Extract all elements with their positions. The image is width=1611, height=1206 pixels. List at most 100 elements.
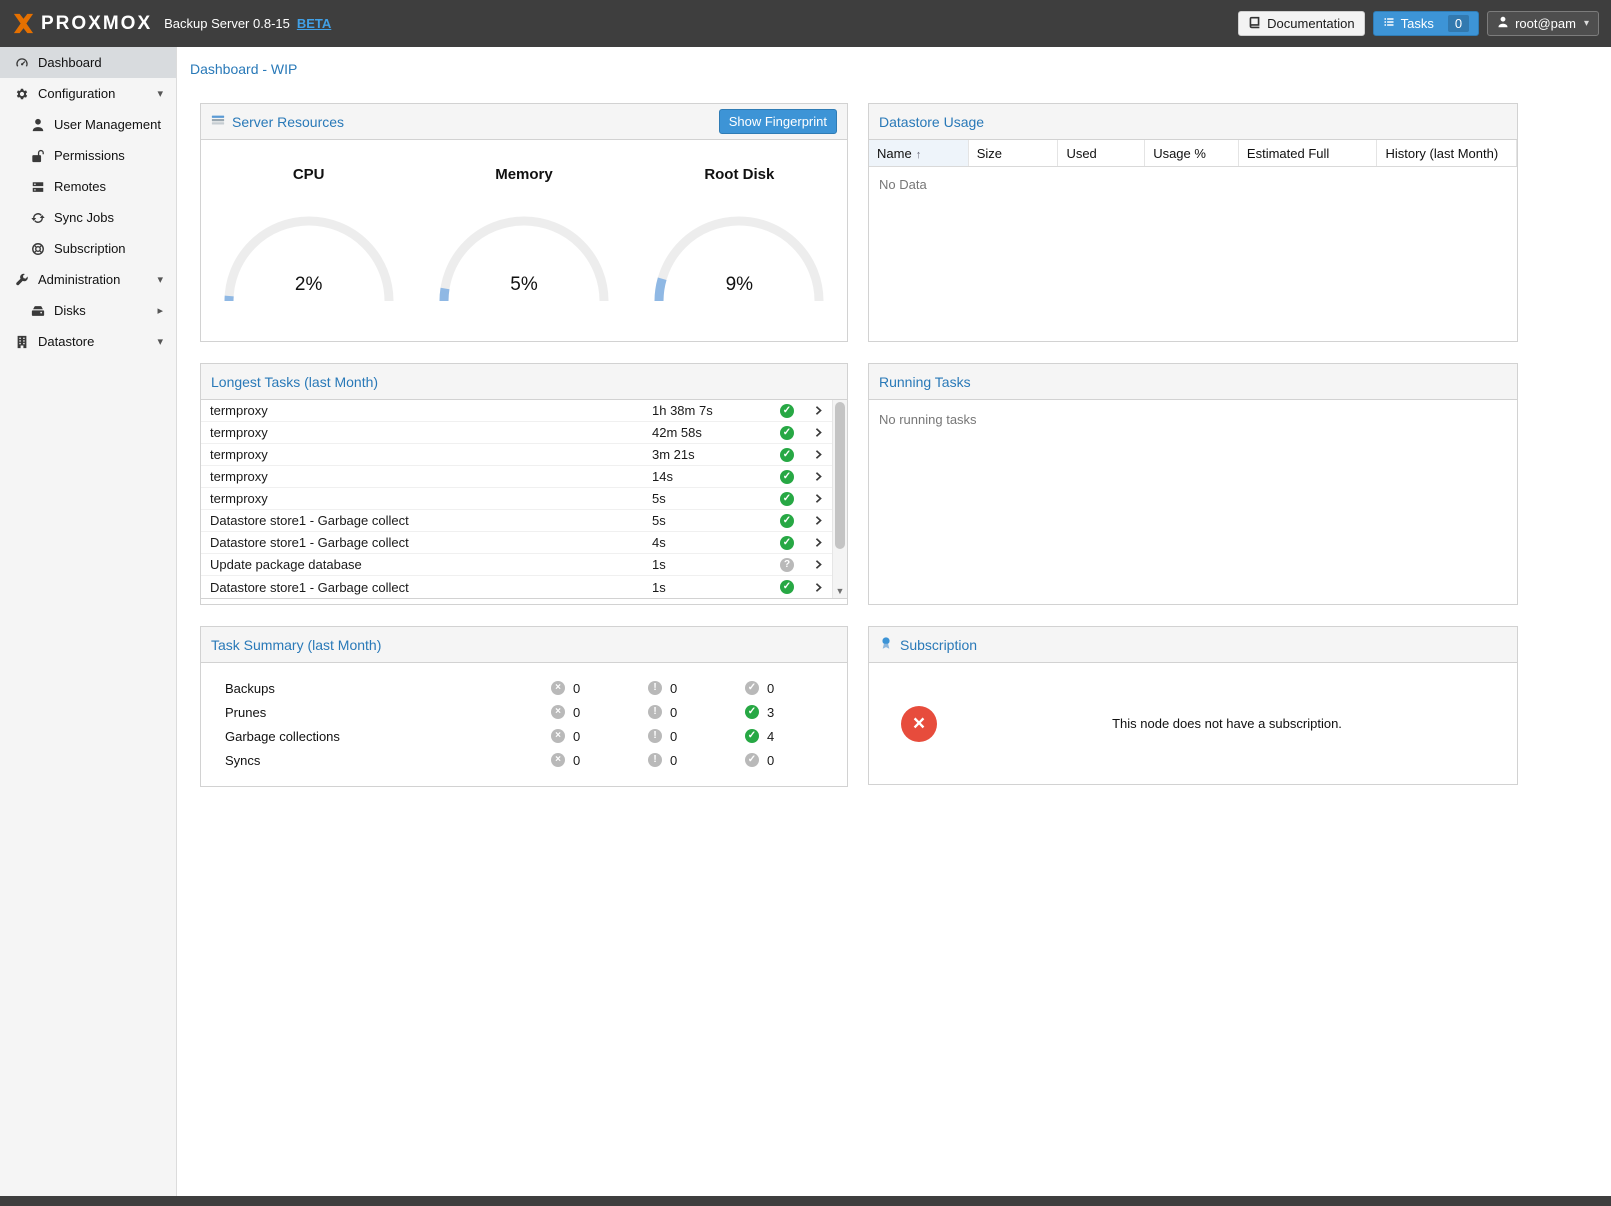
check-circle-icon: ✓ (780, 580, 794, 594)
datastore-usage-panel: Datastore Usage Name↑SizeUsedUsage %Esti… (868, 103, 1518, 342)
user-icon (1497, 16, 1509, 31)
chevron-right-icon[interactable] (813, 427, 824, 438)
sidebar-item-configuration[interactable]: Configuration ▾ (0, 78, 176, 109)
check-circle-icon: ✓ (780, 470, 794, 484)
chevron-right-icon[interactable] (813, 582, 824, 593)
sync-icon (29, 211, 46, 225)
sidebar-item-label: Remotes (54, 179, 106, 194)
task-duration: 1s (652, 580, 770, 595)
summary-row-syncs[interactable]: Syncs×0!0✓0 (225, 748, 847, 772)
chevron-right-icon[interactable] (813, 559, 824, 570)
caret-down-icon[interactable]: ▾ (157, 87, 163, 100)
task-name: Datastore store1 - Garbage collect (210, 535, 652, 550)
user-menu-button[interactable]: root@pam ▾ (1487, 11, 1599, 36)
sidebar-item-datastore[interactable]: Datastore ▾ (0, 326, 176, 357)
proxmox-logo: PROXMOX (12, 12, 152, 35)
sidebar-item-disks[interactable]: Disks▸ (0, 295, 176, 326)
server-resources-panel: Server Resources Show Fingerprint CPU2%M… (200, 103, 848, 342)
running-tasks-header: Running Tasks (869, 364, 1517, 400)
column-header-estimated-full[interactable]: Estimated Full (1239, 140, 1378, 166)
error-count: ×0 (551, 681, 648, 696)
scrollbar-thumb[interactable] (835, 402, 845, 549)
task-row[interactable]: termproxy3m 21s✓ (201, 444, 832, 466)
longest-tasks-rows: termproxy1h 38m 7s✓termproxy42m 58s✓term… (201, 400, 832, 598)
check-circle-icon: ✓ (745, 753, 759, 767)
sidebar-item-label: Sync Jobs (54, 210, 114, 225)
warning-count: !0 (648, 729, 745, 744)
chevron-right-icon[interactable] (813, 405, 824, 416)
check-circle-icon: ✓ (780, 514, 794, 528)
task-row[interactable]: termproxy1h 38m 7s✓ (201, 400, 832, 422)
subscription-body: × This node does not have a subscription… (869, 663, 1517, 784)
sidebar-item-dashboard[interactable]: Dashboard (0, 47, 176, 78)
task-duration: 1h 38m 7s (652, 403, 770, 418)
gauges: CPU2%Memory5%Root Disk9% (201, 140, 847, 310)
task-row[interactable]: termproxy14s✓ (201, 466, 832, 488)
wrench-icon (13, 273, 30, 287)
longest-tasks-title: Longest Tasks (last Month) (211, 374, 378, 390)
chevron-right-icon[interactable] (813, 471, 824, 482)
task-row[interactable]: termproxy5s✓ (201, 488, 832, 510)
beta-link[interactable]: BETA (297, 16, 331, 31)
scrollbar[interactable]: ▼ (832, 400, 847, 598)
caret-down-icon[interactable]: ▾ (157, 335, 163, 348)
chevron-right-icon[interactable] (813, 537, 824, 548)
sidebar-item-permissions[interactable]: Permissions (0, 140, 176, 171)
summary-row-garbage-collections[interactable]: Garbage collections×0!0✓4 (225, 724, 847, 748)
book-icon (1248, 16, 1261, 32)
error-count: ×0 (551, 729, 648, 744)
summary-row-prunes[interactable]: Prunes×0!0✓3 (225, 700, 847, 724)
datastore-usage-header: Datastore Usage (869, 104, 1517, 140)
gauge-label: Root Disk (632, 166, 847, 183)
sidebar-item-administration[interactable]: Administration▾ (0, 264, 176, 295)
column-header-name[interactable]: Name↑ (869, 140, 969, 166)
gauge-value: 2% (201, 274, 416, 296)
scrollbar-down-icon[interactable]: ▼ (833, 583, 847, 598)
task-summary-title: Task Summary (last Month) (211, 637, 381, 653)
task-row[interactable]: Datastore store1 - Garbage collect1s✓ (201, 576, 832, 598)
subscription-panel: Subscription × This node does not have a… (868, 626, 1518, 785)
gauge-value: 9% (632, 274, 847, 296)
sidebar-item-label: Datastore (38, 334, 94, 349)
gauge-cpu: CPU2% (201, 166, 416, 310)
dashboard-columns: Server Resources Show Fingerprint CPU2%M… (178, 77, 1611, 787)
task-row[interactable]: Datastore store1 - Garbage collect4s✓ (201, 532, 832, 554)
warning-count: !0 (648, 705, 745, 720)
task-row[interactable]: termproxy42m 58s✓ (201, 422, 832, 444)
exclamation-circle-icon: ! (648, 681, 662, 695)
chevron-right-icon[interactable] (813, 515, 824, 526)
sidebar: Dashboard Configuration ▾ User Management Pe… (0, 47, 177, 1196)
check-circle-icon: ✓ (780, 536, 794, 550)
check-circle-icon: ✓ (745, 705, 759, 719)
server-resources-title: Server Resources (232, 114, 344, 130)
sidebar-item-user-management[interactable]: User Management (0, 109, 176, 140)
documentation-button[interactable]: Documentation (1238, 11, 1364, 36)
subscription-title: Subscription (900, 637, 977, 653)
caret-right-icon[interactable]: ▸ (157, 304, 163, 317)
column-header-used[interactable]: Used (1058, 140, 1145, 166)
dashboard-icon (13, 56, 30, 70)
task-row[interactable]: Update package database1s? (201, 554, 832, 576)
task-list-icon (1383, 16, 1395, 31)
task-name: termproxy (210, 469, 652, 484)
main-content: Dashboard - WIP Server Resources Show Fi… (178, 47, 1611, 1196)
check-circle-icon: ✓ (745, 681, 759, 695)
sidebar-item-label: Permissions (54, 148, 125, 163)
chevron-right-icon[interactable] (813, 493, 824, 504)
show-fingerprint-button[interactable]: Show Fingerprint (719, 109, 837, 134)
caret-down-icon[interactable]: ▾ (157, 273, 163, 286)
column-header-history-last-month[interactable]: History (last Month) (1377, 140, 1517, 166)
sidebar-item-remotes[interactable]: Remotes (0, 171, 176, 202)
tasks-button[interactable]: Tasks 0 (1373, 11, 1479, 36)
times-circle-icon: × (551, 729, 565, 743)
column-header-usage[interactable]: Usage % (1145, 140, 1239, 166)
chevron-right-icon[interactable] (813, 449, 824, 460)
task-row[interactable]: Datastore store1 - Garbage collect5s✓ (201, 510, 832, 532)
task-duration: 1s (652, 557, 770, 572)
sidebar-item-sync-jobs[interactable]: Sync Jobs (0, 202, 176, 233)
summary-row-backups[interactable]: Backups×0!0✓0 (225, 676, 847, 700)
sidebar-item-label: Configuration (38, 86, 115, 101)
column-header-size[interactable]: Size (969, 140, 1059, 166)
sidebar-item-subscription[interactable]: Subscription (0, 233, 176, 264)
task-name: Update package database (210, 557, 652, 572)
